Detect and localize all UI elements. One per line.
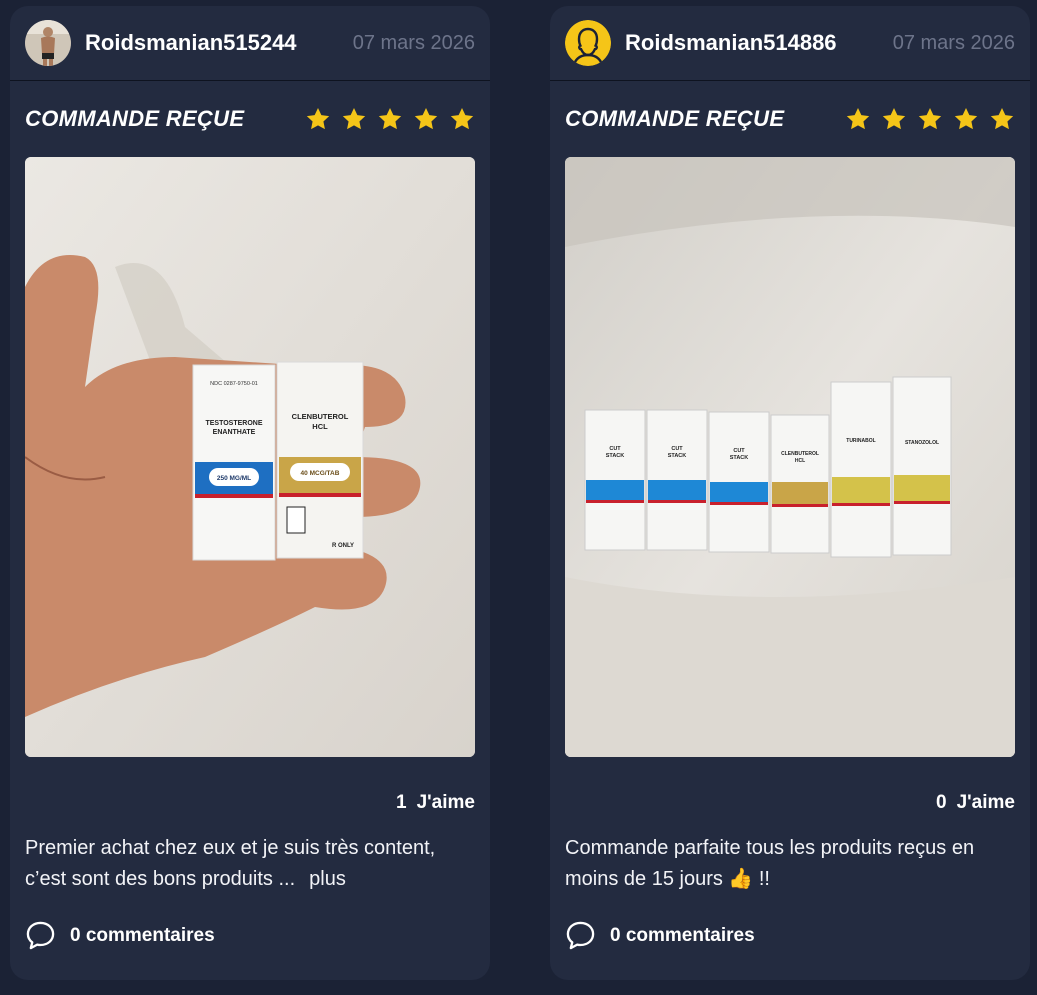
comment-bubble-icon: [566, 921, 595, 950]
review-text: Premier achat chez eux et je suis très c…: [25, 837, 436, 890]
review-card: Roidsmanian514886 07 mars 2026 COMMANDE …: [550, 6, 1030, 980]
user-avatar-icon: [565, 20, 611, 66]
like-count: 1: [396, 792, 407, 813]
svg-text:40 MCG/TAB: 40 MCG/TAB: [301, 470, 340, 477]
svg-text:CLENBUTEROL: CLENBUTEROL: [781, 451, 819, 457]
svg-text:TURINABOL: TURINABOL: [846, 438, 875, 444]
svg-text:STACK: STACK: [606, 453, 625, 459]
star-icon: [954, 107, 978, 130]
review-card: Roidsmanian515244 07 mars 2026 COMMANDE …: [10, 6, 490, 980]
like-button[interactable]: 1 J'aime: [396, 792, 475, 814]
svg-text:CUT: CUT: [671, 446, 683, 452]
star-icon: [378, 107, 402, 130]
star-icon: [414, 107, 438, 130]
comments-button[interactable]: 0 commentaires: [565, 920, 755, 951]
order-status: COMMANDE REÇUE: [565, 106, 785, 131]
comment-bubble-icon: [26, 921, 55, 950]
svg-text:ENANTHATE: ENANTHATE: [213, 429, 256, 436]
svg-text:TESTOSTERONE: TESTOSTERONE: [205, 420, 262, 427]
username[interactable]: Roidsmanian515244: [85, 30, 297, 56]
card-header: Roidsmanian514886 07 mars 2026: [550, 6, 1030, 81]
review-photo[interactable]: CUT STACK CUT STACK CUT STACK CLENBUTERO…: [565, 157, 1015, 757]
star-rating: [845, 106, 1015, 132]
like-button[interactable]: 0 J'aime: [936, 792, 1015, 814]
svg-text:STANOZOLOL: STANOZOLOL: [905, 440, 939, 446]
star-icon: [342, 107, 366, 130]
review-photo[interactable]: NDC 0287-9750-01 TESTOSTERONE ENANTHATE …: [25, 157, 475, 757]
svg-text:R ONLY: R ONLY: [332, 543, 354, 549]
comments-label: 0 commentaires: [610, 924, 755, 946]
star-icon: [882, 107, 906, 130]
star-icon: [990, 107, 1014, 130]
like-label: J'aime: [956, 792, 1015, 813]
svg-text:CLENBUTEROL: CLENBUTEROL: [292, 412, 349, 421]
read-more-link[interactable]: plus: [309, 868, 346, 890]
svg-text:HCL: HCL: [795, 458, 805, 464]
star-icon: [918, 107, 942, 130]
review-text-block: Premier achat chez eux et je suis très c…: [25, 833, 475, 895]
card-header: Roidsmanian515244 07 mars 2026: [10, 6, 490, 81]
comments-label: 0 commentaires: [70, 924, 215, 946]
username[interactable]: Roidsmanian514886: [625, 30, 837, 56]
comments-button[interactable]: 0 commentaires: [25, 920, 215, 951]
svg-text:HCL: HCL: [312, 422, 328, 431]
star-rating: [305, 106, 475, 132]
svg-text:NDC 0287-9750-01: NDC 0287-9750-01: [210, 381, 258, 387]
star-icon: [306, 107, 330, 130]
svg-text:CUT: CUT: [609, 446, 621, 452]
svg-text:STACK: STACK: [668, 453, 687, 459]
order-status: COMMANDE REÇUE: [25, 106, 245, 131]
review-text: Commande parfaite tous les produits reçu…: [565, 837, 975, 890]
review-text-block: Commande parfaite tous les produits reçu…: [565, 833, 1015, 895]
star-icon: [450, 107, 474, 130]
avatar[interactable]: [565, 20, 611, 66]
svg-text:250 MG/ML: 250 MG/ML: [217, 475, 251, 482]
svg-text:CUT: CUT: [733, 448, 745, 454]
post-date: 07 mars 2026: [352, 32, 475, 54]
avatar[interactable]: [25, 20, 71, 66]
svg-text:STACK: STACK: [730, 455, 749, 461]
star-icon: [846, 107, 870, 130]
like-label: J'aime: [416, 792, 475, 813]
like-count: 0: [936, 792, 947, 813]
post-date: 07 mars 2026: [892, 32, 1015, 54]
